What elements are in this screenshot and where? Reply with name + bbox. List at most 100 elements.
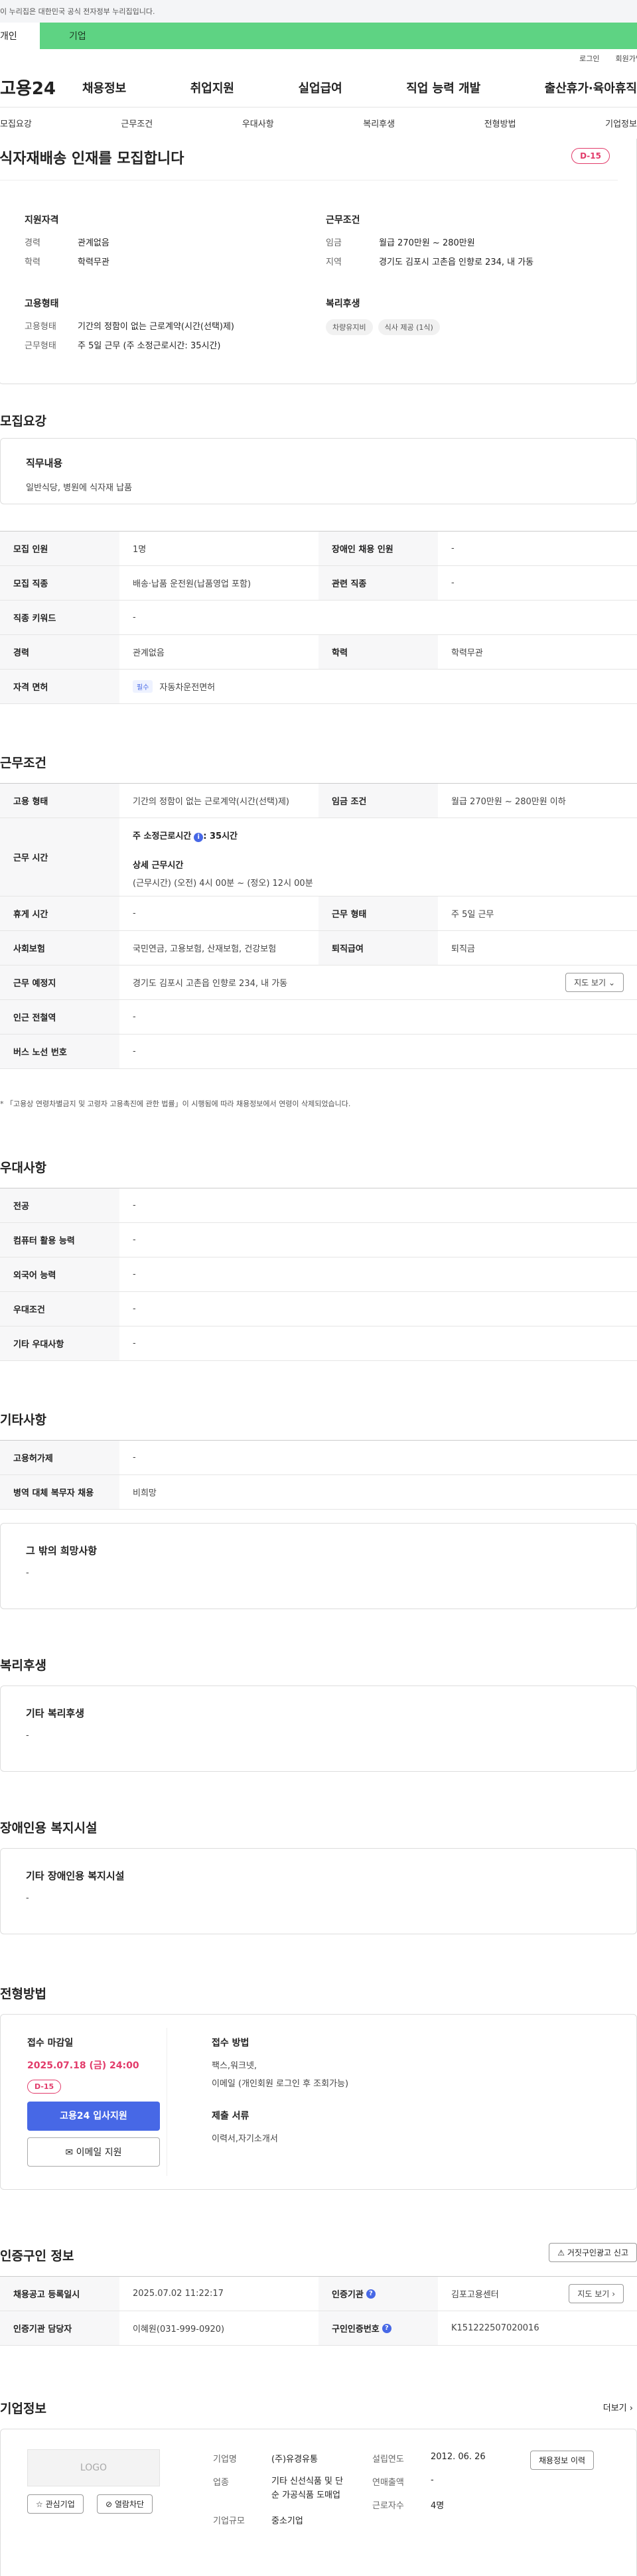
info-icon[interactable]: i xyxy=(194,833,204,842)
block-label: 열람차단 xyxy=(114,2500,145,2509)
table-row: 병역 대체 복무자 채용 비희망 xyxy=(0,1475,637,1510)
table-header: 관련 직종 xyxy=(318,566,438,600)
history-button[interactable]: 채용정보 이력 xyxy=(530,2451,595,2470)
company-info-left: 기업명 (주)유경유통 업종 기타 신선식품 및 단순 가공식품 도매업 기업규모 중… xyxy=(213,2452,352,2533)
table-header: 컴퓨터 활용 능력 xyxy=(0,1223,119,1257)
global-nav: 고용24 채용정보 취업지원 실업급여 직업 능력 개발 출산휴가·육아휴직 xyxy=(0,68,637,107)
signup-link[interactable]: 회원가입 xyxy=(616,53,637,64)
gnb-menu: 채용정보 취업지원 실업급여 직업 능력 개발 출산휴가·육아휴직 xyxy=(73,79,637,96)
cert-map-button[interactable]: 지도 보기 › xyxy=(569,2284,624,2303)
work-hours-cell: 주 소정근로시간 i: 35시간 상세 근무시간 (근무시간) (오전) 4시 0… xyxy=(119,818,637,896)
logo[interactable]: 고용24 xyxy=(0,75,73,100)
favorite-label: 관심기업 xyxy=(45,2500,75,2509)
login-link[interactable]: 로그인 xyxy=(579,53,599,64)
gnb-leave[interactable]: 출산휴가·육아휴직 xyxy=(545,79,637,96)
method-value: 팩스,워크넷, xyxy=(212,2061,257,2071)
table-cell: - xyxy=(451,543,455,553)
favorite-company-button[interactable]: ☆ 관심기업 xyxy=(27,2494,84,2514)
section-title-work: 근무조건 xyxy=(0,756,46,770)
table-header: 모집 인원 xyxy=(0,532,119,565)
table-row: 고용 형태 기간의 정함이 없는 근로계약(시간(선택)제) 임금 조건 월급 270… xyxy=(0,784,637,818)
value: 기간의 정함이 없는 근로계약(시간(선택)제) xyxy=(78,322,235,332)
table-header: 경력 xyxy=(0,635,119,669)
table-row: 인증기관 담당자 이혜원(031-999-0920) 구인인증번호? K1512225… xyxy=(0,2311,637,2346)
qualification-title: 지원자격 xyxy=(25,215,59,226)
subnav-company[interactable]: 기업정보 xyxy=(605,117,637,129)
chevron-right-icon: › xyxy=(612,2289,615,2299)
benefit-card: 기타 복리후생 - xyxy=(0,1685,637,1772)
label: 근무형태 xyxy=(25,341,56,351)
employment-title: 고용형태 xyxy=(25,299,59,309)
facility-label: 기타 장애인용 복지시설 xyxy=(26,1870,125,1882)
table-header: 장애인 채용 인원 xyxy=(318,532,438,565)
qualification-group: 지원자격 경력 관계없음 학력 학력무관 xyxy=(25,213,109,274)
hope-label: 그 밖의 희망사항 xyxy=(26,1545,98,1557)
table-row: 경력 관계없음 학력 학력무관 xyxy=(0,635,637,670)
apply-button[interactable]: 고용24 입사지원 xyxy=(27,2102,160,2131)
section-title-benefit: 복리후생 xyxy=(0,1658,46,1673)
tab-company[interactable]: 기업 xyxy=(40,23,637,49)
block-view-button[interactable]: ⊘ 열람차단 xyxy=(97,2494,153,2514)
value: 경기도 김포시 고촌읍 인향로 234, 내 가동 xyxy=(379,257,534,267)
tab-personal[interactable]: 개인 xyxy=(0,23,40,49)
benefit-label: 기타 복리후생 xyxy=(26,1707,85,1719)
table-cell: 김포고용센터 지도 보기 › xyxy=(438,2277,637,2311)
subnav-recruit[interactable]: 모집요강 xyxy=(0,117,32,129)
table-header: 구인인증번호? xyxy=(318,2311,438,2345)
section-title-cert: 인증구인 정보 xyxy=(0,2249,74,2263)
work-table: 고용 형태 기간의 정함이 없는 근로계약(시간(선택)제) 임금 조건 월급 270… xyxy=(0,783,637,1069)
gnb-training[interactable]: 직업 능력 개발 xyxy=(406,79,480,96)
label: 경력 xyxy=(25,238,40,248)
duty-card: 직무내용 일반식당, 병원에 식자재 납품 xyxy=(0,438,637,504)
cert-agency-value: 김포고용센터 xyxy=(451,2290,499,2300)
label: 지역 xyxy=(326,257,342,267)
value: 주 5일 근무 (주 소정근로시간: 35시간) xyxy=(78,341,221,351)
more-link[interactable]: 더보기 › xyxy=(603,2401,633,2413)
industry-value: 기타 신선식품 및 단순 가공식품 도매업 xyxy=(271,2476,344,2500)
method-block: 접수 방법 팩스,워크넷, 이메일 (개인회원 로그인 후 조회가능) 제출 서… xyxy=(212,2036,348,2144)
gnb-unemployment[interactable]: 실업급여 xyxy=(299,79,342,96)
gnb-employment-support[interactable]: 취업지원 xyxy=(190,79,234,96)
work-address: 경기도 김포시 고촌읍 인향로 234, 내 가동 xyxy=(133,979,288,989)
condition-group: 근무조건 임금 월급 270만원 ~ 280만원 지역 경기도 김포시 고촌읍 인향… xyxy=(326,213,533,274)
deadline-label: 접수 마감일 xyxy=(27,2038,74,2048)
info-icon[interactable]: ? xyxy=(382,2323,391,2333)
detail-hours: (근무시간) (오전) 4시 00분 ~ (정오) 12시 00분 xyxy=(133,879,313,889)
table-header: 임금 조건 xyxy=(318,784,438,818)
table-header: 고용 형태 xyxy=(0,784,119,818)
section-title-etc: 기타사항 xyxy=(0,1413,46,1427)
table-row: 버스 노선 번호 - xyxy=(0,1035,637,1069)
table-header: 병역 대체 복무자 채용 xyxy=(0,1475,119,1509)
table-cell: 퇴직금 xyxy=(451,944,475,954)
table-header: 인증기관? xyxy=(318,2277,438,2311)
age-notice: * 「고용상 연령차별금지 및 고령자 고용촉진에 관한 법률」이 시행됨에 따… xyxy=(0,1100,351,1108)
user-type-tabs: 개인 기업 xyxy=(0,23,637,49)
gnb-jobs[interactable]: 채용정보 xyxy=(82,79,126,96)
email-apply-button[interactable]: ✉ 이메일 지원 xyxy=(27,2137,160,2167)
chevron-right-icon: › xyxy=(629,2403,633,2413)
docs-label: 제출 서류 xyxy=(212,2111,249,2121)
table-header: 버스 노선 번호 xyxy=(0,1035,119,1068)
table-cell: - xyxy=(133,1046,136,1056)
utility-links: 로그인 회원가입 xyxy=(0,49,637,68)
table-header: 근무 예정지 xyxy=(0,966,119,999)
block-icon: ⊘ xyxy=(106,2500,113,2509)
table-cell: 1명 xyxy=(133,545,147,555)
subnav-work[interactable]: 근무조건 xyxy=(121,117,153,129)
table-cell: - xyxy=(133,1453,136,1463)
table-row: 전공 - xyxy=(0,1188,637,1223)
subnav-screening[interactable]: 전형방법 xyxy=(484,117,516,129)
subnav-benefit[interactable]: 복리후생 xyxy=(363,117,395,129)
map-button[interactable]: 지도 보기 ⌄ xyxy=(565,973,624,992)
report-button[interactable]: ⚠ 거짓구인광고 신고 xyxy=(549,2243,637,2262)
info-icon[interactable]: ? xyxy=(366,2289,376,2299)
cert-number-label: 구인인증번호 xyxy=(332,2325,380,2334)
table-cell: - xyxy=(133,612,136,622)
facility-value: - xyxy=(26,1893,29,1903)
label: 고용형태 xyxy=(25,322,56,332)
table-header: 인증기관 담당자 xyxy=(0,2311,119,2345)
table-header: 자격 면허 xyxy=(0,670,119,703)
subnav-pref[interactable]: 우대사항 xyxy=(242,117,274,129)
table-header: 근무 시간 xyxy=(0,818,119,896)
table-row: 컴퓨터 활용 능력 - xyxy=(0,1223,637,1257)
